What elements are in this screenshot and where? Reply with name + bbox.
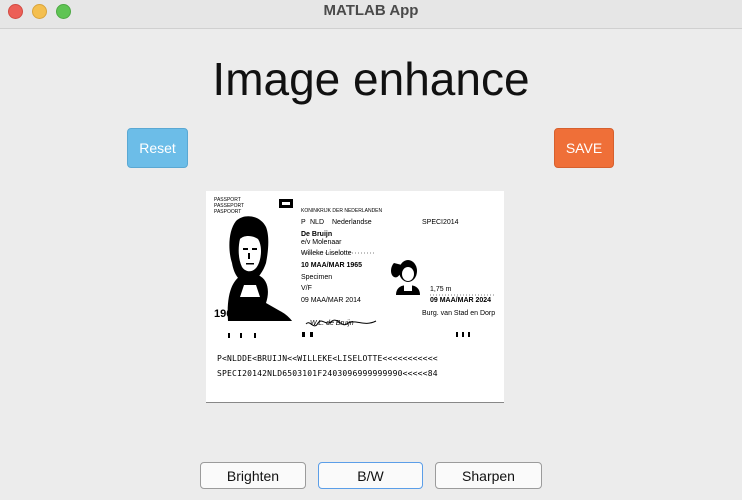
page-title: Image enhance — [212, 53, 530, 105]
year-overlay: 1965 — [214, 308, 239, 320]
small-portrait — [391, 260, 420, 295]
passport-number: SPECI2014 — [422, 219, 459, 226]
passport-country-code: NLD — [310, 219, 325, 226]
passport-expiry-date: 09 MAA/MAR 2024 — [430, 297, 492, 304]
sharpen-button[interactable]: Sharpen — [435, 462, 542, 489]
passport-sex: V/F — [301, 285, 312, 292]
passport-height: 1,75 m — [430, 286, 452, 293]
passport-issue-date: 09 MAA/MAR 2014 — [301, 297, 361, 304]
mrz-line-2: SPECI20142NLD6503101F2403096999999990<<<… — [217, 369, 438, 378]
doc-type-label: PASPOORT — [214, 209, 242, 215]
passport-authority: Burg. van Stad en Dorp — [422, 310, 496, 317]
passport-spouse: e/v Molenaar — [301, 239, 342, 246]
portrait-photo — [227, 216, 292, 321]
image-display: PASSPORT PASSEPORT PASPOORT KONINKRIJK D… — [206, 191, 504, 403]
bw-button[interactable]: B/W — [318, 462, 423, 489]
passport-surname: De Bruijn — [301, 231, 333, 238]
reset-button[interactable]: Reset — [127, 128, 188, 168]
passport-birth-date: 10 MAA/MAR 1965 — [301, 262, 363, 269]
passport-given-names: Willeke Liselotte — [301, 250, 352, 257]
passport-type: P — [301, 219, 306, 226]
passport-nationality: Nederlandse — [332, 219, 372, 226]
window-title: MATLAB App — [323, 2, 419, 19]
brighten-button[interactable]: Brighten — [200, 462, 306, 489]
country-header: KONINKRIJK DER NEDERLANDEN — [301, 208, 383, 214]
passport-signature: W.L. de Bruijn — [310, 320, 354, 327]
window-titlebar: MATLAB App — [0, 0, 742, 29]
save-button[interactable]: SAVE — [554, 128, 614, 168]
passport-birth-place: Specimen — [301, 274, 333, 281]
mrz-line-1: P<NLDDE<BRUIJN<<WILLEKE<LISELOTTE<<<<<<<… — [217, 354, 438, 363]
